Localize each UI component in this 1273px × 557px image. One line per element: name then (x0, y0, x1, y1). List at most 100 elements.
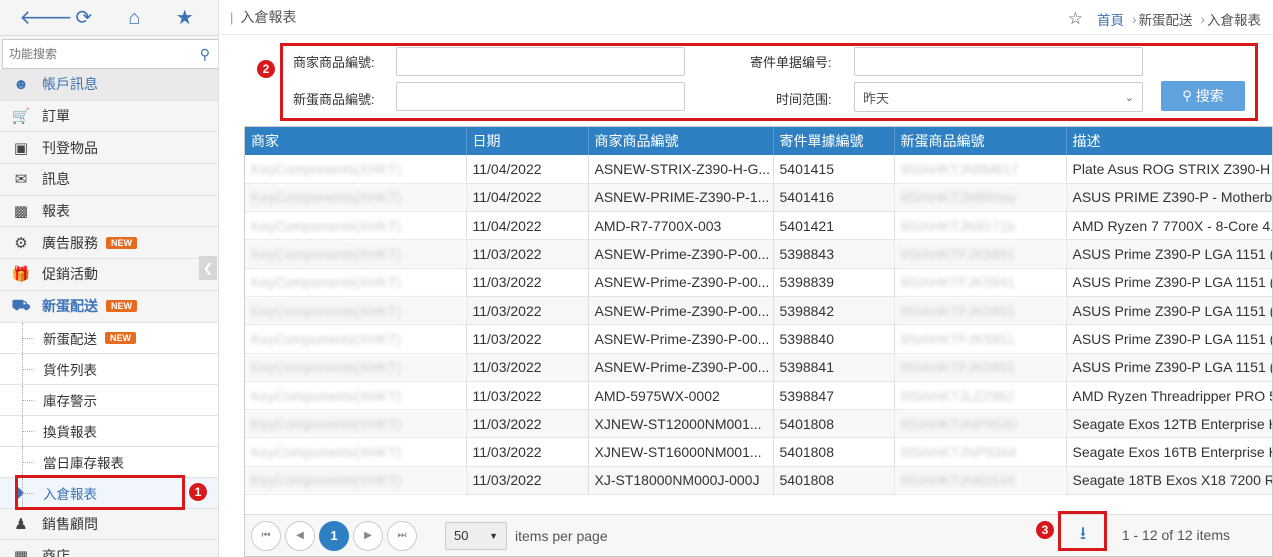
column-header-newegg-sku[interactable]: 新蛋商品編號 (894, 127, 1067, 155)
sidebar-subitem-daily-inventory[interactable]: 當日庫存報表 (0, 446, 218, 478)
sidebar-subitem-exchange-report[interactable]: 換貨報表 (0, 415, 218, 447)
bar-chart-icon: ▩ (13, 203, 29, 221)
table-row[interactable]: KeyComponents(XHKT) 11/04/2022 AMD-R7-7700… (245, 211, 1272, 241)
sidebar-subitem-label: 當日庫存報表 (43, 455, 124, 471)
sidebar-toolbar: 🡐 ⟳ ⌂ ★ (0, 0, 218, 36)
table-row[interactable]: KeyComponents(XHKT) 11/03/2022 XJNEW-ST160… (245, 437, 1272, 467)
table-row[interactable]: KeyComponents(XHKT) 11/04/2022 ASNEW-PRIME… (245, 183, 1272, 213)
last-page-button[interactable]: ⏭ (387, 520, 417, 551)
sidebar-item-label: 銷售顧問 (42, 515, 98, 532)
cell-shipment-no: 5398842 (773, 296, 895, 326)
search-icon[interactable]: ⚲ (200, 46, 210, 63)
sidebar-item-ads[interactable]: ⚙ 廣告服務 NEW (0, 227, 218, 260)
column-header-description[interactable]: 描述 (1066, 127, 1272, 155)
cell-merchant-sku: ASNEW-Prime-Z390-P-00... (588, 239, 774, 269)
first-page-button[interactable]: ⏮ (251, 520, 281, 551)
cell-date: 11/03/2022 (466, 268, 589, 297)
sidebar-collapse-button[interactable]: ❮ (199, 256, 217, 280)
table-row[interactable]: KeyComponents(XHKT) 11/03/2022 ASNEW-Prime… (245, 296, 1272, 326)
column-header-date[interactable]: 日期 (466, 127, 589, 155)
sidebar-subitem-label: 換貨報表 (43, 424, 97, 440)
advisor-icon: ♟ (14, 515, 28, 533)
sidebar-subitem-shipment-list[interactable]: 貨件列表 (0, 353, 218, 385)
cell-date: 11/03/2022 (466, 296, 589, 326)
annotation-badge-1: 1 (188, 482, 208, 502)
sidebar-subitem-label: 庫存警示 (43, 393, 97, 409)
sidebar-item-label: 促銷活動 (42, 266, 98, 283)
cell-merchant: KeyComponents(XHKT) (245, 296, 467, 326)
cell-newegg-sku: 9SIAHKTFJK5841 (894, 268, 1067, 297)
cell-merchant-sku: ASNEW-Prime-Z390-P-00... (588, 268, 774, 297)
cell-merchant-sku: ASNEW-Prime-Z390-P-00... (588, 353, 774, 382)
sidebar-item-promotions[interactable]: 🎁 促銷活動 (0, 259, 218, 291)
sidebar-item-reports[interactable]: ▩ 報表 (0, 196, 218, 228)
cell-date: 11/04/2022 (466, 183, 589, 213)
sidebar-item-newegg-shipping[interactable]: ⛟ 新蛋配送 NEW (0, 291, 218, 323)
function-search-input[interactable] (9, 47, 179, 61)
sidebar-item-sales-advisor[interactable]: ♟ 銷售顧問 (0, 509, 218, 541)
breadcrumb-separator-icon: › (1132, 11, 1137, 27)
favorite-star-icon[interactable]: ☆ (1068, 9, 1083, 29)
star-icon[interactable]: ★ (171, 8, 199, 28)
breadcrumb-home-link[interactable]: 首頁 (1097, 9, 1124, 29)
cell-shipment-no: 5398847 (773, 381, 895, 411)
sidebar-subitem-newegg-shipping[interactable]: 新蛋配送 NEW (0, 322, 218, 354)
cell-description: Plate Asus ROG STRIX Z390-H G (1066, 155, 1272, 184)
new-badge: NEW (106, 300, 137, 313)
cell-shipment-no: 5398843 (773, 239, 895, 269)
pager-info: 1 - 12 of 12 items (1121, 527, 1230, 543)
table-row[interactable]: KeyComponents(XHKT) 11/03/2022 XJNEW-ST120… (245, 409, 1272, 439)
cell-merchant: KeyComponents(XHKT) (245, 381, 467, 411)
table-row[interactable]: KeyComponents(XHKT) 11/04/2022 ASNEW-STRIX… (245, 155, 1272, 184)
table-row[interactable]: KeyComponents(XHKT) 11/03/2022 ASNEW-Prime… (245, 353, 1272, 382)
table-row[interactable]: KeyComponents(XHKT) 11/03/2022 AMD-5975WX-… (245, 381, 1272, 411)
cell-merchant-sku: AMD-R7-7700X-003 (588, 211, 774, 241)
cell-merchant-sku: ASNEW-Prime-Z390-P-00... (588, 324, 774, 354)
breadcrumb-section[interactable]: 新蛋配送 (1139, 9, 1193, 29)
refresh-icon[interactable]: ⟳ (70, 8, 98, 28)
next-page-button[interactable]: ▶ (353, 520, 383, 551)
gift-icon: 🎁 (11, 266, 31, 284)
previous-page-button[interactable]: ◀ (285, 520, 315, 551)
column-header-merchant[interactable]: 商家 (245, 127, 467, 155)
table-row[interactable]: KeyComponents(XHKT) 11/03/2022 ASNEW-Prime… (245, 268, 1272, 297)
sidebar-subitem-stock-alert[interactable]: 庫存警示 (0, 384, 218, 416)
annotation-box-2 (280, 43, 1258, 121)
caret-down-icon: ▼ (489, 530, 498, 541)
cell-merchant: KeyComponents(XHKT) (245, 353, 467, 382)
page-size-select[interactable]: 50 ▼ (445, 521, 507, 550)
page-number-button[interactable]: 1 (319, 520, 349, 551)
inbound-report-table: 商家 日期 商家商品編號 寄件單據編號 新蛋商品編號 描述 KeyCompone… (245, 127, 1272, 496)
cell-merchant-sku: XJNEW-ST16000NM001... (588, 437, 774, 467)
sidebar-subitem-label: 新蛋配送 (43, 331, 97, 347)
sidebar-item-store[interactable]: ▦ 商店 (0, 540, 218, 557)
sidebar-item-messages[interactable]: ✉ 訊息 (0, 164, 218, 196)
cell-description: Seagate Exos 12TB Enterprise H (1066, 409, 1272, 439)
cell-date: 11/03/2022 (466, 466, 589, 496)
previous-page-icon: ◀ (296, 530, 304, 541)
cell-merchant: KeyComponents(XHKT) (245, 211, 467, 241)
cell-newegg-sku: 9SIAHKTJNP9530 (894, 409, 1067, 439)
breadcrumb: ☆ 首頁 › 新蛋配送 › 入倉報表 (1068, 9, 1261, 29)
sidebar-item-orders[interactable]: 🛒 訂單 (0, 101, 218, 133)
breadcrumb-current: 入倉報表 (1207, 13, 1261, 28)
sidebar-item-listings[interactable]: ▣ 刊登物品 (0, 132, 218, 165)
page-size-value: 50 (454, 528, 469, 543)
back-arrow-icon[interactable]: 🡐 (19, 8, 73, 28)
table-row[interactable]: KeyComponents(XHKT) 11/03/2022 ASNEW-Prime… (245, 324, 1272, 354)
table-row[interactable]: KeyComponents(XHKT) 11/03/2022 ASNEW-Prime… (245, 239, 1272, 269)
cell-description: ASUS PRIME Z390-P - Motherbo (1066, 183, 1272, 213)
sidebar-item-label: 新蛋配送 (42, 298, 98, 315)
function-search-box: ⚲ (2, 39, 218, 69)
cell-date: 11/03/2022 (466, 381, 589, 411)
archive-icon: ▣ (13, 139, 29, 157)
home-icon[interactable]: ⌂ (120, 8, 148, 28)
column-header-shipment-no[interactable]: 寄件單據編號 (773, 127, 895, 155)
cell-merchant: KeyComponents(XHKT) (245, 437, 467, 467)
cell-date: 11/03/2022 (466, 353, 589, 382)
sidebar-item-label: 刊登物品 (42, 139, 98, 156)
table-row[interactable]: KeyComponents(XHKT) 11/03/2022 XJ-ST18000N… (245, 466, 1272, 496)
column-header-merchant-sku[interactable]: 商家商品編號 (588, 127, 774, 155)
sidebar-item-account[interactable]: ☻ 帳戶訊息 (0, 69, 218, 101)
sidebar-subitem-label: 貨件列表 (43, 362, 97, 378)
